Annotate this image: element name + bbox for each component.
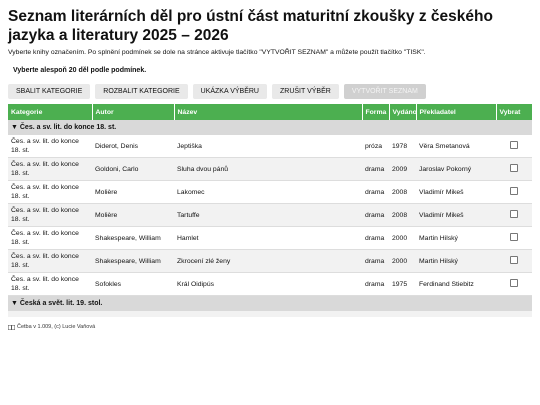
select-checkbox[interactable] bbox=[510, 233, 518, 241]
select-checkbox[interactable] bbox=[510, 256, 518, 264]
select-cell bbox=[496, 311, 532, 317]
table-header-row: Kategorie Autor Název Forma Vydáno Překl… bbox=[8, 104, 532, 120]
column-header[interactable]: Překladatel bbox=[416, 104, 497, 120]
title-cell: Jeptiška bbox=[174, 135, 362, 158]
category-cell: Čes. a sv. lit. do konce 18. st. bbox=[8, 157, 92, 181]
column-header[interactable]: Forma bbox=[362, 104, 390, 120]
table-row: Čes. a sv. lit. do konce 18. st. Diderot,… bbox=[8, 135, 532, 158]
year-cell: 2008 bbox=[389, 180, 416, 204]
category-cell: Čes. a sv. lit. do konce 18. st. bbox=[8, 249, 92, 273]
form-cell: drama bbox=[362, 249, 389, 273]
translator-cell: Martin Hilský bbox=[416, 226, 496, 250]
select-cell bbox=[496, 157, 532, 181]
category-cell: Česká a svět. lit. 19. stol. bbox=[8, 311, 92, 317]
translator-cell: Věra Smetanová bbox=[416, 135, 496, 158]
expand-categories-button[interactable]: ROZBALIT KATEGORIE bbox=[95, 84, 188, 99]
book-icon bbox=[8, 324, 15, 330]
select-cell bbox=[496, 180, 532, 204]
book-table: Kategorie Autor Název Forma Vydáno Překl… bbox=[8, 104, 532, 317]
form-cell: drama bbox=[362, 180, 389, 204]
form-cell: drama bbox=[362, 226, 389, 250]
table-row: Čes. a sv. lit. do konce 18. st. Shakespe… bbox=[8, 226, 532, 250]
collapse-categories-button[interactable]: SBALIT KATEGORIE bbox=[8, 84, 91, 99]
title-cell: Tartuffe bbox=[174, 203, 362, 227]
select-cell bbox=[496, 226, 532, 250]
form-cell: próza bbox=[362, 311, 389, 317]
category-group-label[interactable]: ▼ Česká a svět. lit. 19. stol. bbox=[8, 295, 532, 311]
title-cell: Zkrocení zlé ženy bbox=[174, 249, 362, 273]
table-row: Česká a svět. lit. 19. stol.Austenová, J… bbox=[8, 311, 532, 317]
year-cell: 2009 bbox=[389, 157, 416, 181]
translator-cell: Vladimír Mikeš bbox=[416, 203, 496, 227]
form-cell: drama bbox=[362, 203, 389, 227]
select-checkbox[interactable] bbox=[510, 279, 518, 287]
column-header[interactable]: Vydáno bbox=[389, 104, 417, 120]
table-row: Čes. a sv. lit. do konce 18. st. Shakespe… bbox=[8, 249, 532, 273]
year-cell: 1975 bbox=[389, 272, 416, 296]
year-cell: 2000 bbox=[389, 249, 416, 273]
select-cell bbox=[496, 135, 532, 158]
category-cell: Čes. a sv. lit. do konce 18. st. bbox=[8, 226, 92, 250]
category-cell: Čes. a sv. lit. do konce 18. st. bbox=[8, 135, 92, 158]
year-cell: 2008 bbox=[389, 203, 416, 227]
author-cell: Molière bbox=[92, 203, 174, 227]
title-cell: Pýcha a předsudek bbox=[174, 311, 362, 317]
table-row: Čes. a sv. lit. do konce 18. st. Sofokles… bbox=[8, 272, 532, 296]
footer: Četba v 1.009, (c) Lucie Vaňová bbox=[8, 324, 95, 330]
select-checkbox[interactable] bbox=[510, 187, 518, 195]
select-cell bbox=[496, 249, 532, 273]
table-row: Čes. a sv. lit. do konce 18. st. Molière T… bbox=[8, 203, 532, 227]
toolbar: SBALIT KATEGORIE ROZBALIT KATEGORIE UKÁZ… bbox=[8, 84, 426, 99]
translator-cell: Jaroslav Pokorný bbox=[416, 157, 496, 181]
category-group-row[interactable]: ▼ Česká a svět. lit. 19. stol. bbox=[8, 295, 532, 311]
category-group-label[interactable]: ▼ Čes. a sv. lit. do konce 18. st. bbox=[8, 120, 532, 135]
intro-text: Vyberte knihy označením. Po splnění podm… bbox=[8, 49, 426, 56]
category-group-row[interactable]: ▼ Čes. a sv. lit. do konce 18. st. bbox=[8, 120, 532, 135]
title-cell: Lakomec bbox=[174, 180, 362, 204]
author-cell: Shakespeare, William bbox=[92, 249, 174, 273]
year-cell: 2000 bbox=[389, 226, 416, 250]
translator-cell: Vladimír Mikeš bbox=[416, 180, 496, 204]
author-cell: Shakespeare, William bbox=[92, 226, 174, 250]
page-title: Seznam literárních děl pro ústní část ma… bbox=[8, 8, 493, 44]
form-cell: drama bbox=[362, 272, 389, 296]
column-header[interactable]: Název bbox=[174, 104, 363, 120]
sample-selection-button[interactable]: UKÁZKA VÝBĚRU bbox=[192, 84, 267, 99]
select-cell bbox=[496, 272, 532, 296]
form-cell: próza bbox=[362, 135, 389, 158]
year-cell: 2004 bbox=[389, 311, 416, 317]
select-checkbox[interactable] bbox=[510, 210, 518, 218]
requirement-text: Vyberte alespoň 20 děl podle podmínek. bbox=[13, 67, 147, 74]
year-cell: 1978 bbox=[389, 135, 416, 158]
title-cell: Král Oidipús bbox=[174, 272, 362, 296]
title-cell: Sluha dvou pánů bbox=[174, 157, 362, 181]
category-cell: Čes. a sv. lit. do konce 18. st. bbox=[8, 180, 92, 204]
form-cell: drama bbox=[362, 157, 389, 181]
author-cell: Molière bbox=[92, 180, 174, 204]
author-cell: Sofokles bbox=[92, 272, 174, 296]
column-header[interactable]: Vybrat bbox=[496, 104, 532, 120]
select-checkbox[interactable] bbox=[510, 164, 518, 172]
table-row: Čes. a sv. lit. do konce 18. st. Goldoni,… bbox=[8, 157, 532, 181]
author-cell: Goldoni, Carlo bbox=[92, 157, 174, 181]
select-cell bbox=[496, 203, 532, 227]
book-table-container[interactable]: Kategorie Autor Název Forma Vydáno Překl… bbox=[8, 104, 532, 317]
translator-cell: Ferdinand Stiebitz bbox=[416, 272, 496, 296]
create-list-button[interactable]: VYTVOŘIT SEZNAM bbox=[343, 84, 426, 99]
title-cell: Hamlet bbox=[174, 226, 362, 250]
clear-selection-button[interactable]: ZRUŠIT VÝBĚR bbox=[272, 84, 339, 99]
select-checkbox[interactable] bbox=[510, 141, 518, 149]
translator-cell: Martin Hilský bbox=[416, 249, 496, 273]
table-row: Čes. a sv. lit. do konce 18. st. Molière L… bbox=[8, 180, 532, 204]
translator-cell: Eva Kondrysová bbox=[416, 311, 496, 317]
category-cell: Čes. a sv. lit. do konce 18. st. bbox=[8, 272, 92, 296]
author-cell: Austenová, Jane bbox=[92, 311, 174, 317]
column-header[interactable]: Kategorie bbox=[8, 104, 93, 120]
category-cell: Čes. a sv. lit. do konce 18. st. bbox=[8, 203, 92, 227]
author-cell: Diderot, Denis bbox=[92, 135, 174, 158]
column-header[interactable]: Autor bbox=[92, 104, 175, 120]
footer-text: Četba v 1.009, (c) Lucie Vaňová bbox=[17, 324, 96, 330]
